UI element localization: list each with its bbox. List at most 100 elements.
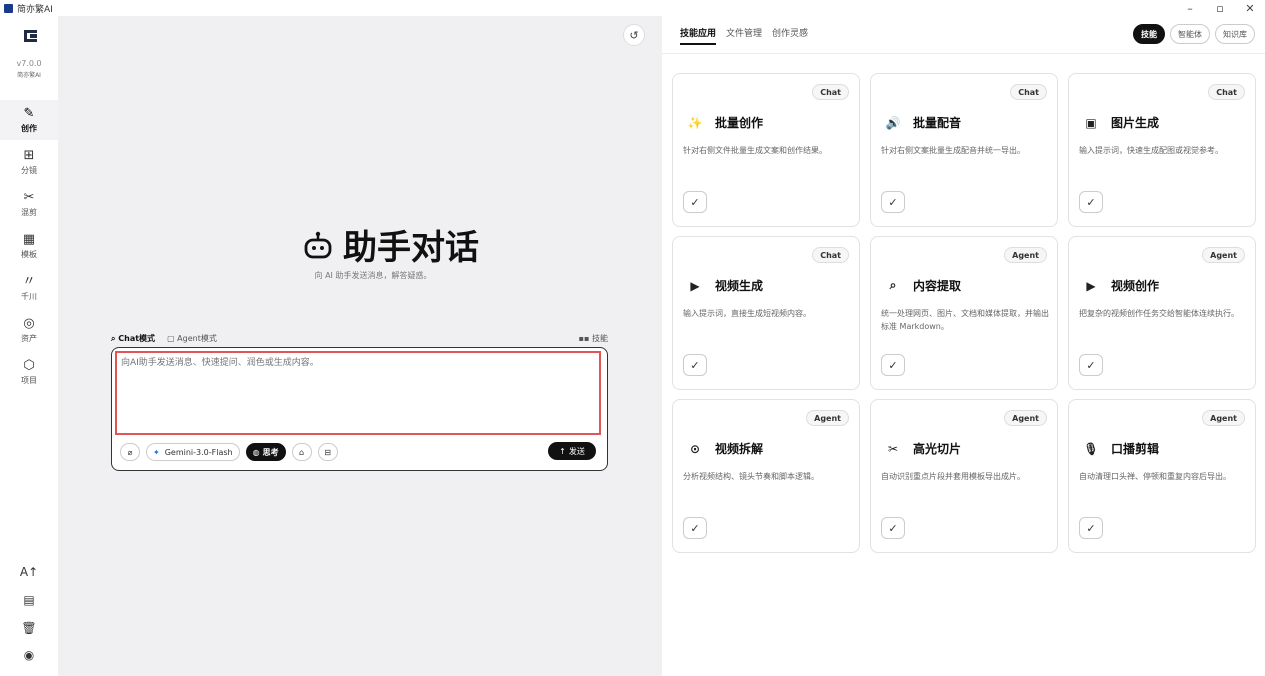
database-icon: ⊟ (324, 447, 331, 457)
check-button[interactable]: ✓ (683, 354, 707, 376)
app-name: 简亦繁AI (17, 72, 41, 79)
chat-mode-label: Chat模式 (118, 333, 156, 343)
maximize-button[interactable]: ▫ (1205, 0, 1235, 16)
skills-toggle[interactable]: ▪▪ 技能 (579, 333, 608, 344)
model-select[interactable]: ✦ Gemini-3.0-Flash (146, 443, 240, 461)
think-toggle[interactable]: ◍ 思考 (245, 443, 286, 461)
font-size-icon[interactable]: A↑ (0, 565, 58, 579)
attach-button[interactable]: ⌀ (120, 443, 140, 461)
check-button[interactable]: ✓ (881, 191, 905, 213)
sparkle-icon: ✦ (153, 447, 160, 457)
skill-card-video-breakdown[interactable]: Agent ⊙ 视频拆解 分析视频结构、镜头节奏和脚本逻辑。 ✓ (672, 399, 860, 553)
skill-card-content-extract[interactable]: Agent ⌕ 内容提取 统一处理网页、图片、文档和媒体提取，并输出标准 Mark… (870, 236, 1058, 390)
card-description: 把复杂的视频创作任务交给智能体连续执行。 (1079, 309, 1239, 318)
type-badge: Agent (1202, 247, 1245, 263)
check-button[interactable]: ✓ (881, 354, 905, 376)
card-description: 针对右侧文案批量生成配音并统一导出。 (881, 146, 1025, 155)
skills-panel: 技能应用 文件管理 创作灵感 技能 智能体 知识库 Chat ✨ 批量创作 针对右… (662, 16, 1265, 676)
skills-button[interactable]: 技能 (1133, 24, 1165, 44)
card-title: 批量配音 (913, 116, 962, 130)
skill-card-image-gen[interactable]: Chat ▣ 图片生成 输入提示词，快速生成配图或视觉参考。 ✓ (1068, 73, 1256, 227)
storyboard-icon: ⊞ (23, 147, 35, 163)
sidebar-item-label: 资产 (21, 333, 37, 343)
database-button[interactable]: ⊟ (317, 443, 338, 461)
skill-card-batch-create[interactable]: Chat ✨ 批量创作 针对右侧文件批量生成文案和创作结果。 ✓ (672, 73, 860, 227)
agent-mode-label: Agent模式 (177, 333, 217, 343)
paperclip-icon: ⌀ (127, 447, 133, 457)
user-icon[interactable]: ◉ (0, 648, 58, 662)
model-label: Gemini-3.0-Flash (164, 447, 233, 457)
card-title: 口播剪辑 (1111, 442, 1160, 456)
think-label: 思考 (262, 447, 279, 457)
assets-icon: ◎ (23, 315, 35, 331)
logo-icon (24, 30, 37, 42)
sidebar-item-remix[interactable]: ✂ 混剪 (0, 184, 58, 224)
panel-tabs: 技能应用 文件管理 创作灵感 (680, 26, 808, 45)
skill-card-video-gen[interactable]: Chat ▶ 视频生成 输入提示词，直接生成短视频内容。 ✓ (672, 236, 860, 390)
scissors-icon: ✂ (887, 441, 899, 456)
type-badge: Chat (812, 247, 849, 263)
sidebar-item-label: 模板 (21, 249, 37, 259)
knowledge-base-button[interactable]: 知识库 (1215, 24, 1255, 44)
agent-mode-tab[interactable]: ▢ Agent模式 (167, 333, 217, 344)
composer-toolbar: ⌀ ✦ Gemini-3.0-Flash ◍ 思考 ⌂ ⊟ (120, 442, 338, 462)
check-button[interactable]: ✓ (683, 517, 707, 539)
skill-card-voice-edit[interactable]: Agent 🎙 口播剪辑 自动清理口头禅、停顿和重复内容后导出。 ✓ (1068, 399, 1256, 553)
tab-skill-apps[interactable]: 技能应用 (680, 26, 717, 45)
card-title: 批量创作 (715, 116, 764, 130)
tab-file-manager[interactable]: 文件管理 (726, 26, 762, 45)
window-title: 简亦繁AI (17, 4, 53, 15)
robot-icon (304, 231, 332, 258)
sidebar-item-storyboard[interactable]: ⊞ 分镜 (0, 142, 58, 182)
skill-card-highlight-clips[interactable]: Agent ✂ 高光切片 自动识别重点片段并套用模板导出成片。 ✓ (870, 399, 1058, 553)
type-badge: Agent (1202, 410, 1245, 426)
check-button[interactable]: ✓ (1079, 517, 1103, 539)
type-badge: Chat (812, 84, 849, 100)
skill-card-batch-voice[interactable]: Chat 🔊 批量配音 针对右侧文案批量生成配音并统一导出。 ✓ (870, 73, 1058, 227)
card-title: 视频拆解 (715, 442, 764, 456)
skill-card-video-create[interactable]: Agent ▶ 视频创作 把复杂的视频创作任务交给智能体连续执行。 ✓ (1068, 236, 1256, 390)
chat-mode-tab[interactable]: ⌕ Chat模式 (111, 333, 155, 344)
image-icon: ▣ (1085, 115, 1097, 130)
sidebar-item-templates[interactable]: ▦ 模板 (0, 226, 58, 266)
agents-button[interactable]: 智能体 (1170, 24, 1210, 44)
check-button[interactable]: ✓ (1079, 354, 1103, 376)
mode-switch: ⌕ Chat模式 ▢ Agent模式 ▪▪ 技能 (111, 332, 608, 344)
magic-wand-icon: ✨ (687, 115, 703, 130)
sidebar-item-qianchuan[interactable]: 〃 千川 (0, 268, 58, 308)
divider (662, 53, 1265, 54)
card-description: 统一处理网页、图片、文档和媒体提取，并输出标准 Markdown。 (881, 309, 1049, 331)
cube-icon: ⬡ (23, 357, 35, 373)
sidebar-item-create[interactable]: ✎ 创作 (0, 100, 58, 140)
sidebar-item-assets[interactable]: ◎ 资产 (0, 310, 58, 350)
card-title: 视频生成 (715, 279, 764, 293)
type-badge: Agent (806, 410, 849, 426)
card-description: 输入提示词，快速生成配图或视觉参考。 (1079, 146, 1223, 155)
category-buttons: 技能 智能体 知识库 (1133, 24, 1255, 44)
send-button[interactable]: ↑ 发送 (548, 442, 596, 460)
history-icon: ↺ (629, 28, 639, 42)
title-bar: 简亦繁AI – ▫ ✕ (0, 0, 1265, 16)
history-button[interactable]: ↺ (623, 24, 645, 46)
chat-input[interactable] (115, 351, 601, 435)
robot-button[interactable]: ⌂ (291, 443, 312, 461)
type-badge: Agent (1004, 410, 1047, 426)
check-button[interactable]: ✓ (881, 517, 905, 539)
type-badge: Chat (1208, 84, 1245, 100)
check-button[interactable]: ✓ (1079, 191, 1103, 213)
minimize-button[interactable]: – (1175, 0, 1205, 16)
microphone-icon: 🎙 (1083, 441, 1099, 456)
check-button[interactable]: ✓ (683, 191, 707, 213)
sidebar-item-label: 混剪 (21, 207, 37, 217)
close-button[interactable]: ✕ (1235, 0, 1265, 16)
send-label: 发送 (568, 446, 585, 456)
tab-inspiration[interactable]: 创作灵感 (772, 26, 808, 45)
sidebar-item-label: 项目 (21, 375, 37, 385)
scissors-icon: ✂ (23, 189, 35, 205)
sidebar-item-projects[interactable]: ⬡ 项目 (0, 352, 58, 392)
list-icon[interactable]: ▤ (0, 593, 58, 607)
trash-icon[interactable]: 🗑 (0, 621, 58, 635)
page-subtitle: 向 AI 助手发送消息，解答疑惑。 (314, 271, 432, 280)
sidebar-item-label: 创作 (21, 123, 37, 133)
chat-composer: ⌀ ✦ Gemini-3.0-Flash ◍ 思考 ⌂ ⊟ ↑ 发送 (111, 347, 608, 471)
